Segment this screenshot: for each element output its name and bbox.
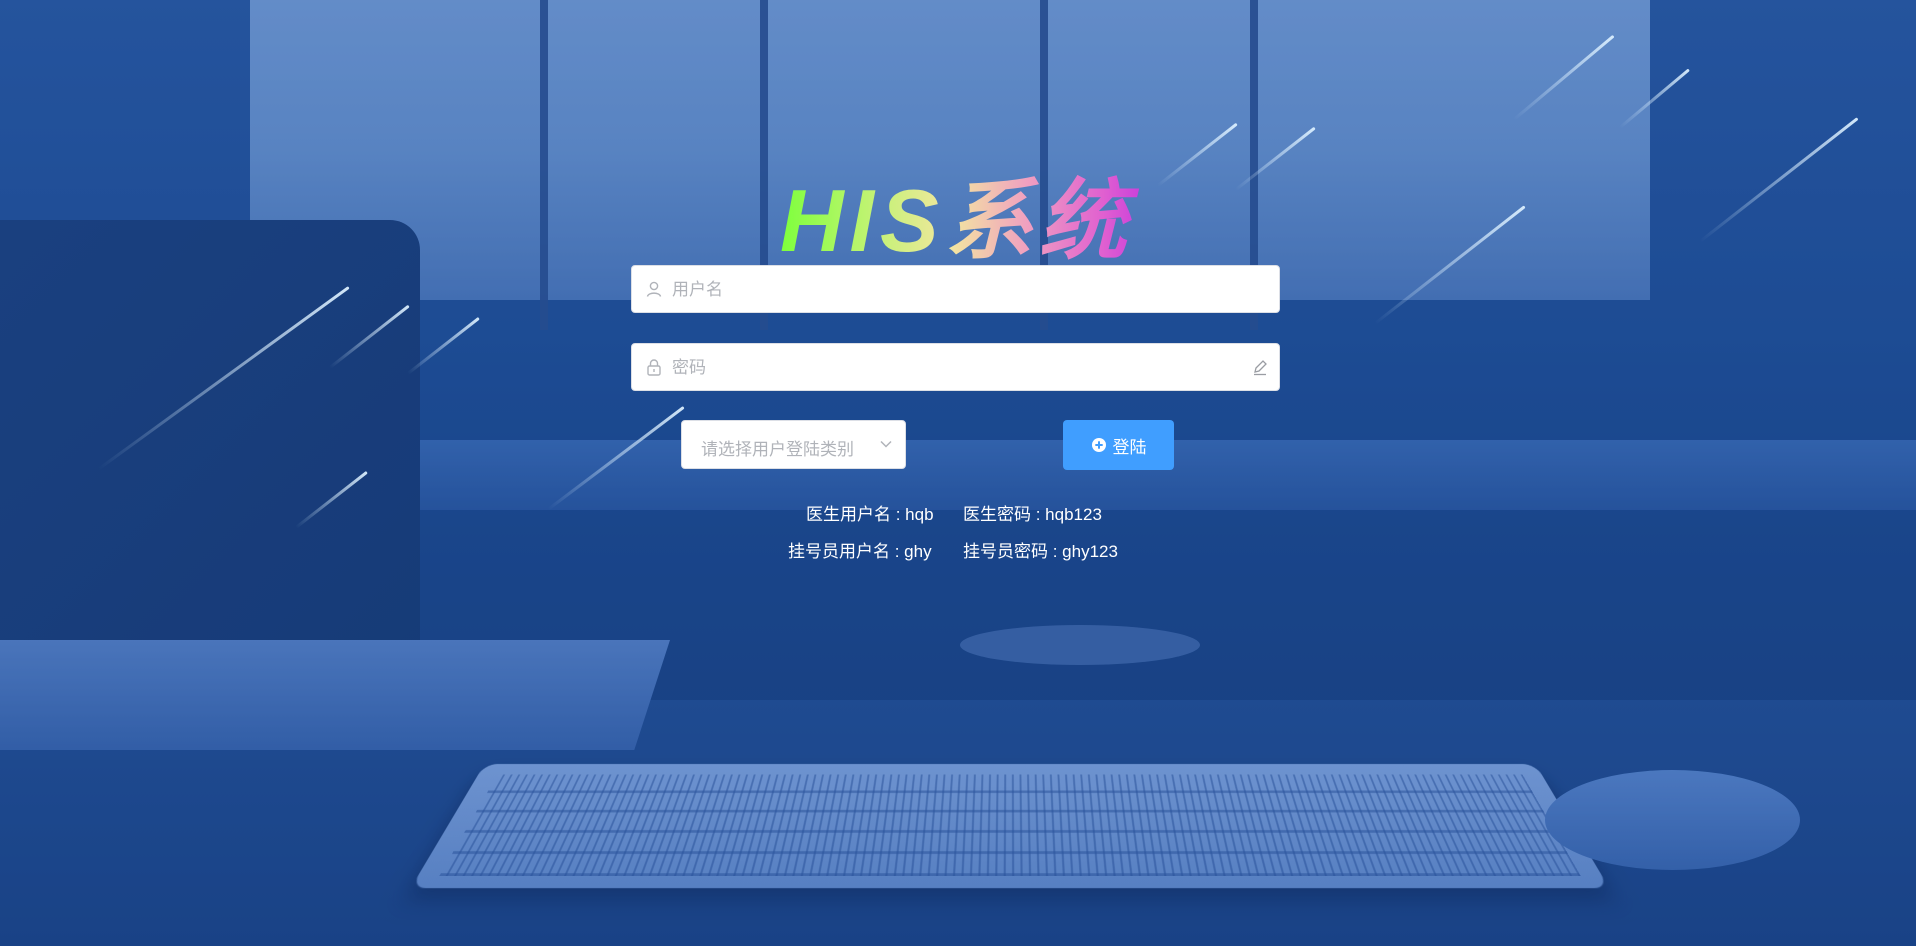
registrar-username-hint: 挂号员用户名 : ghy [788, 542, 932, 561]
password-field[interactable] [631, 343, 1280, 392]
background-tint [0, 0, 1916, 946]
login-page: HIS系统 请选择用户登陆类别 登陆 [0, 0, 1916, 946]
user-type-select[interactable]: 请选择用户登陆类别 [681, 420, 906, 469]
login-button-label: 登陆 [1112, 437, 1147, 457]
user-icon [646, 281, 662, 297]
chevron-down-icon [880, 440, 892, 448]
lock-icon [647, 359, 661, 376]
doctor-username-hint: 医生用户名 : hqb [806, 505, 934, 524]
user-type-placeholder: 请选择用户登陆类别 [701, 440, 854, 459]
edit-icon[interactable] [1251, 358, 1269, 376]
login-button[interactable]: 登陆 [1063, 420, 1174, 470]
password-input[interactable] [670, 344, 1234, 392]
plus-circle-icon [1091, 438, 1106, 452]
username-input[interactable] [670, 266, 1234, 314]
page-title: HIS系统 [780, 150, 1160, 270]
username-field[interactable] [631, 265, 1280, 314]
doctor-password-hint: 医生密码 : hqb123 [963, 505, 1102, 524]
registrar-password-hint: 挂号员密码 : ghy123 [963, 542, 1118, 561]
